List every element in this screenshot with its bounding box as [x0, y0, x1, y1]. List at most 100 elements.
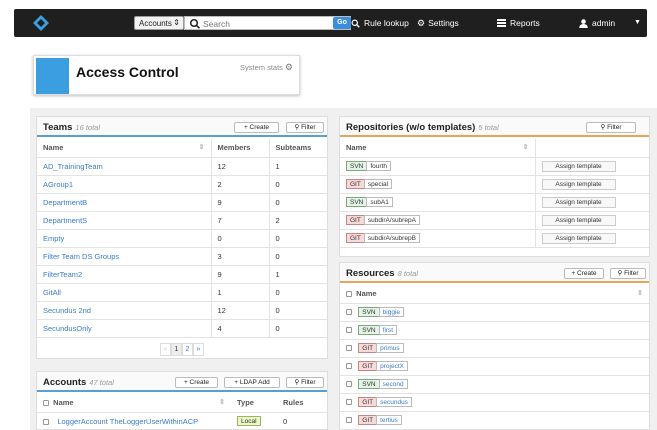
filter-accounts-button[interactable]: ⚲ Filter [286, 377, 324, 388]
team-members: 9 [210, 193, 269, 212]
team-name-link[interactable]: Filter Team DS Groups [37, 247, 211, 266]
team-name-link[interactable]: DepartmentB [37, 193, 211, 212]
column-header-rules[interactable]: Rules [277, 394, 327, 413]
column-header-subteams[interactable]: Subteams [268, 139, 327, 158]
pagination-next[interactable]: » [193, 343, 204, 356]
assign-template-button[interactable]: Assign template [541, 178, 616, 190]
row-checkbox[interactable] [346, 309, 352, 316]
sort-icon: ⇕ [219, 399, 225, 407]
resource-name-link[interactable]: first [378, 325, 398, 335]
accounts-table: Name ⇕ Type Rules LoggerAccount TheLogger… [37, 394, 327, 430]
resource-name-link[interactable]: primus [376, 343, 404, 353]
team-name-link[interactable]: SecundusOnly [37, 319, 211, 338]
row-checkbox[interactable] [346, 363, 352, 370]
row-checkbox[interactable] [346, 417, 352, 424]
ldap-add-button[interactable]: + LDAP Add [224, 377, 280, 388]
resources-table: Name ⇕ SVN biggie SVN first GIT primus GIT pr… [340, 285, 649, 430]
user-menu-caret-icon[interactable]: ▼ [634, 17, 641, 29]
rule-lookup-link[interactable]: Rule lookup [351, 17, 409, 29]
teams-panel: Teams 16 total + Create ⚲ Filter Name ⇕ Me… [36, 116, 328, 359]
resource-name-link[interactable]: secundus [376, 397, 412, 407]
accounts-title: Accounts [43, 377, 87, 388]
pagination-prev[interactable]: « [160, 343, 171, 356]
assign-template-button[interactable]: Assign template [541, 160, 616, 172]
column-label: Name [43, 143, 64, 153]
account-name-link[interactable]: LoggerAccount TheLoggerUserWithinACP [57, 417, 198, 426]
column-header-name[interactable]: Name ⇕ [340, 285, 649, 304]
search-scope-label: Accounts [139, 19, 172, 28]
resource-type-badge: SVN [358, 307, 380, 317]
team-members: 12 [210, 157, 269, 176]
repo-type-badge: GIT [346, 233, 365, 243]
column-header-name[interactable]: Name ⇕ [37, 139, 211, 158]
search-scope-select[interactable]: Accounts ⇕ [134, 16, 184, 30]
reports-link[interactable]: Reports [497, 17, 540, 29]
select-all-checkbox[interactable] [43, 400, 49, 407]
column-header-name[interactable]: Name ⇕ [37, 394, 231, 413]
repo-name: subdirA/subrepA [363, 215, 420, 225]
table-row: GIT subdirA/subrepA Assign template [340, 211, 649, 230]
column-header-type[interactable]: Type [231, 394, 277, 413]
team-members: 4 [210, 319, 269, 338]
column-header-members[interactable]: Members [210, 139, 269, 158]
team-name-link[interactable]: Secundus 2nd [37, 301, 211, 320]
team-subteams: 0 [268, 247, 327, 266]
assign-template-button[interactable]: Assign template [541, 214, 616, 226]
team-name-link[interactable]: FilterTeam2 [37, 265, 211, 284]
search-box [184, 16, 351, 30]
resource-name-link[interactable]: projectX [376, 361, 408, 371]
accounts-panel: Accounts 47 total + Create + LDAP Add ⚲ F… [36, 371, 328, 430]
column-header-name[interactable]: Name ⇕ [340, 139, 535, 158]
team-subteams: 1 [268, 265, 327, 284]
table-row: GIT primus [340, 339, 649, 358]
logo-icon[interactable] [32, 14, 50, 32]
resource-name-link[interactable]: second [378, 379, 408, 389]
team-name-link[interactable]: AD_TrainingTeam [37, 157, 211, 176]
resource-type-badge: SVN [358, 325, 380, 335]
row-checkbox[interactable] [346, 381, 352, 388]
table-row: GIT secundus [340, 393, 649, 412]
row-checkbox[interactable] [43, 418, 49, 425]
table-row: AGroup1 2 0 [37, 175, 327, 194]
repo-name: subdirA/subrepB [363, 233, 420, 243]
team-name-link[interactable]: DepartmentS [37, 211, 211, 230]
team-name-link[interactable]: Empty [37, 229, 211, 248]
filter-repositories-button[interactable]: ⚲ Filter [586, 122, 636, 133]
filter-label: Filter [301, 379, 316, 386]
filter-resources-button[interactable]: ⚲ Filter [610, 268, 646, 279]
resource-name-link[interactable]: tertius [376, 415, 402, 425]
go-button[interactable]: Go [333, 17, 351, 29]
teams-panel-header: Teams 16 total + Create ⚲ Filter [37, 117, 327, 137]
pagination-page-1[interactable]: 1 [171, 343, 182, 356]
table-row: SVN biggie [340, 303, 649, 322]
row-checkbox[interactable] [346, 345, 352, 352]
system-stats-link[interactable]: System stats ⚙ [240, 62, 293, 73]
search-icon: ⚲ [294, 124, 300, 131]
assign-template-button[interactable]: Assign template [541, 196, 616, 208]
create-resource-button[interactable]: + Create [564, 268, 604, 279]
user-menu[interactable]: admin [579, 17, 615, 29]
search-icon [189, 18, 201, 29]
team-name-link[interactable]: AGroup1 [37, 175, 211, 194]
team-members: 3 [210, 247, 269, 266]
team-members: 12 [210, 301, 269, 320]
team-members: 0 [210, 229, 269, 248]
select-all-checkbox[interactable] [346, 291, 352, 298]
teams-table-header: Name ⇕ Members Subteams [37, 139, 327, 158]
gear-icon: ⚙ [417, 18, 426, 28]
table-row: FilterTeam2 9 1 [37, 265, 327, 284]
row-checkbox[interactable] [346, 327, 352, 334]
repo-name: special [363, 179, 393, 189]
resource-name-link[interactable]: biggie [378, 307, 404, 317]
create-team-button[interactable]: + Create [234, 122, 279, 133]
settings-link[interactable]: ⚙ Settings [417, 17, 459, 29]
filter-teams-button[interactable]: ⚲ Filter [286, 122, 324, 133]
search-input[interactable] [203, 18, 323, 29]
row-checkbox[interactable] [346, 399, 352, 406]
pagination-page-2[interactable]: 2 [182, 343, 193, 356]
table-row: Secundus 2nd 12 0 [37, 301, 327, 320]
assign-template-button[interactable]: Assign template [541, 232, 616, 244]
create-account-button[interactable]: + Create [175, 377, 218, 388]
team-name-link[interactable]: GitAll [37, 283, 211, 302]
team-members: 9 [210, 265, 269, 284]
